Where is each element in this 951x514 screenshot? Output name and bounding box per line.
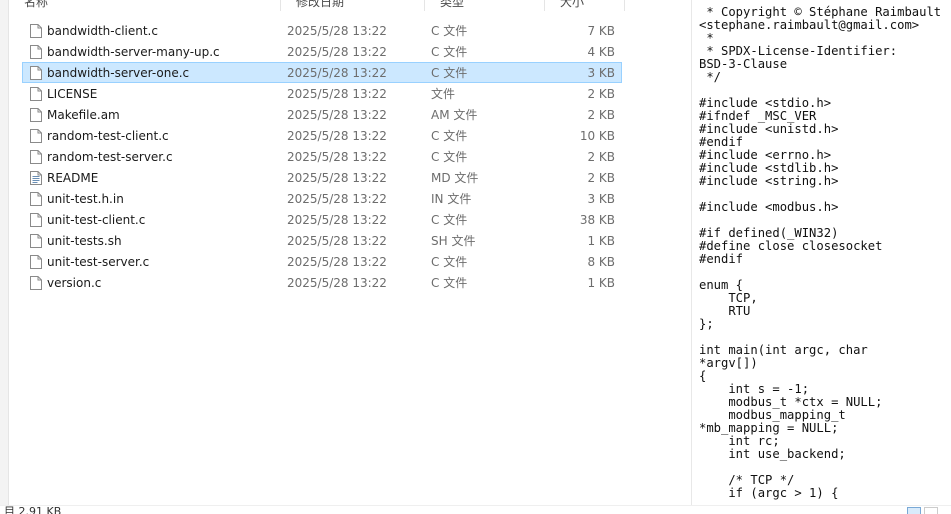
file-type: C 文件 — [431, 24, 468, 38]
file-date: 2025/5/28 13:22 — [287, 129, 387, 143]
column-header: 名称 修改日期 类型 大小 — [8, 0, 625, 11]
file-row[interactable]: unit-test-server.c 2025/5/28 13:22 C 文件 8 K… — [22, 251, 622, 272]
file-row[interactable]: unit-test-client.c 2025/5/28 13:22 C 文件 38 … — [22, 209, 622, 230]
column-header-type-label: 类型 — [440, 0, 465, 9]
file-icon — [30, 129, 42, 143]
file-size: 10 KB — [579, 129, 615, 143]
file-date: 2025/5/28 13:22 — [287, 24, 387, 38]
file-type: C 文件 — [431, 150, 468, 164]
column-header-name-label: 名称 — [24, 0, 49, 9]
file-row[interactable]: random-test-client.c 2025/5/28 13:22 C 文件 1… — [22, 125, 622, 146]
file-row[interactable]: unit-test.h.in 2025/5/28 13:22 IN 文件 3 KB — [22, 188, 622, 209]
file-icon — [30, 192, 42, 206]
file-name: unit-test-client.c — [47, 213, 146, 227]
file-date: 2025/5/28 13:22 — [287, 276, 387, 290]
file-date: 2025/5/28 13:22 — [287, 66, 387, 80]
file-date: 2025/5/28 13:22 — [287, 213, 387, 227]
file-icon — [30, 108, 42, 122]
file-date: 2025/5/28 13:22 — [287, 87, 387, 101]
file-size: 2 KB — [587, 108, 615, 122]
text-file-icon — [30, 171, 42, 185]
file-size: 3 KB — [587, 66, 615, 80]
file-row[interactable]: version.c 2025/5/28 13:22 C 文件 1 KB — [22, 272, 622, 293]
file-type: SH 文件 — [431, 234, 476, 248]
file-list: bandwidth-client.c 2025/5/28 13:22 C 文件 7 K… — [22, 20, 622, 293]
file-icon — [30, 234, 42, 248]
file-row[interactable]: bandwidth-server-one.c 2025/5/28 13:22 C 文… — [22, 62, 622, 83]
file-size: 1 KB — [587, 276, 615, 290]
file-size: 2 KB — [587, 87, 615, 101]
file-size: 8 KB — [587, 255, 615, 269]
file-type: IN 文件 — [431, 192, 472, 206]
file-name: unit-test.h.in — [47, 192, 124, 206]
file-size: 2 KB — [587, 171, 615, 185]
file-name: unit-test-server.c — [47, 255, 150, 269]
file-icon — [30, 276, 42, 290]
file-name: bandwidth-server-many-up.c — [47, 45, 220, 59]
file-size: 2 KB — [587, 150, 615, 164]
file-row[interactable]: random-test-server.c 2025/5/28 13:22 C 文件 2… — [22, 146, 622, 167]
file-name: version.c — [47, 276, 102, 290]
file-icon — [30, 66, 42, 80]
file-row[interactable]: README 2025/5/28 13:22 MD 文件 2 KB — [22, 167, 622, 188]
file-date: 2025/5/28 13:22 — [287, 108, 387, 122]
file-date: 2025/5/28 13:22 — [287, 45, 387, 59]
file-name: bandwidth-server-one.c — [47, 66, 190, 80]
file-name: random-test-client.c — [47, 129, 169, 143]
file-type: MD 文件 — [431, 171, 479, 185]
file-date: 2025/5/28 13:22 — [287, 234, 387, 248]
file-size: 4 KB — [587, 45, 615, 59]
file-icon — [30, 213, 42, 227]
file-name: LICENSE — [47, 87, 98, 101]
file-icon — [30, 87, 42, 101]
file-type: C 文件 — [431, 66, 468, 80]
file-type: C 文件 — [431, 213, 468, 227]
column-header-size-label: 大小 — [560, 0, 585, 9]
file-icon — [30, 24, 42, 38]
file-type: AM 文件 — [431, 108, 478, 122]
file-type: C 文件 — [431, 276, 468, 290]
file-row[interactable]: unit-tests.sh 2025/5/28 13:22 SH 文件 1 KB — [22, 230, 622, 251]
file-type: 文件 — [431, 87, 456, 101]
file-icon — [30, 45, 42, 59]
column-header-date-label: 修改日期 — [296, 0, 345, 9]
preview-pane[interactable]: * Copyright © Stéphane Raimbault <stepha… — [691, 0, 951, 505]
file-size: 38 KB — [579, 213, 615, 227]
column-header-type[interactable]: 类型 — [424, 0, 545, 11]
file-icon — [30, 255, 42, 269]
file-row[interactable]: Makefile.am 2025/5/28 13:22 AM 文件 2 KB — [22, 104, 622, 125]
file-row[interactable]: bandwidth-server-many-up.c 2025/5/28 13:2… — [22, 41, 622, 62]
file-name: bandwidth-client.c — [47, 24, 158, 38]
file-row[interactable]: LICENSE 2025/5/28 13:22 文件 2 KB — [22, 83, 622, 104]
file-icon — [30, 150, 42, 164]
file-date: 2025/5/28 13:22 — [287, 150, 387, 164]
file-name: unit-tests.sh — [47, 234, 122, 248]
file-type: C 文件 — [431, 129, 468, 143]
file-type: C 文件 — [431, 45, 468, 59]
navigation-pane-edge — [0, 0, 9, 505]
column-header-name[interactable]: 名称 — [8, 0, 281, 11]
code-preview: * Copyright © Stéphane Raimbault <stepha… — [699, 5, 942, 500]
file-size: 1 KB — [587, 234, 615, 248]
file-date: 2025/5/28 13:22 — [287, 255, 387, 269]
file-name: Makefile.am — [47, 108, 120, 122]
file-date: 2025/5/28 13:22 — [287, 192, 387, 206]
column-header-date[interactable]: 修改日期 — [280, 0, 425, 11]
file-row[interactable]: bandwidth-client.c 2025/5/28 13:22 C 文件 7 K… — [22, 20, 622, 41]
file-name: random-test-server.c — [47, 150, 173, 164]
file-size: 7 KB — [587, 24, 615, 38]
file-name: README — [47, 171, 99, 185]
column-header-size[interactable]: 大小 — [544, 0, 625, 11]
file-date: 2025/5/28 13:22 — [287, 171, 387, 185]
file-size: 3 KB — [587, 192, 615, 206]
file-type: C 文件 — [431, 255, 468, 269]
